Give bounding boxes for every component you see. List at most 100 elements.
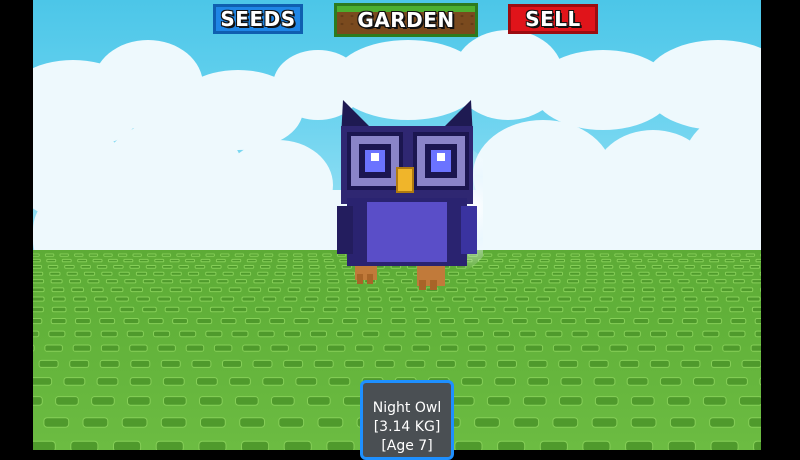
baseplate-stud: [323, 307, 337, 312]
baseplate-stud: [33, 254, 39, 256]
baseplate-stud: [75, 331, 91, 337]
baseplate-stud: [483, 272, 493, 275]
baseplate-stud: [293, 266, 303, 269]
baseplate-stud: [146, 266, 156, 269]
baseplate-stud: [571, 254, 579, 256]
baseplate-stud: [89, 254, 97, 256]
baseplate-stud: [650, 360, 669, 367]
baseplate-stud: [652, 266, 662, 269]
baseplate-stud: [186, 259, 195, 261]
baseplate-stud: [136, 272, 146, 275]
baseplate-stud: [116, 297, 129, 301]
baseplate-stud: [642, 297, 655, 301]
baseplate-stud: [712, 360, 731, 367]
baseplate-stud: [162, 280, 173, 283]
baseplate-stud: [254, 280, 265, 283]
baseplate-stud: [756, 259, 761, 261]
baseplate-stud: [119, 272, 129, 275]
baseplate-stud: [214, 345, 232, 351]
baseplate-stud: [636, 266, 646, 269]
baseplate-stud: [729, 331, 745, 337]
baseplate-stud: [233, 307, 247, 312]
baseplate-stud: [258, 272, 268, 275]
game-window: SEEDS GARDEN SELL Night Owl [3.14 KG] [A…: [0, 0, 800, 450]
baseplate-stud: [752, 280, 761, 283]
baseplate-stud: [583, 441, 610, 450]
baseplate-stud: [623, 288, 635, 292]
seeds-button[interactable]: SEEDS: [213, 4, 303, 34]
baseplate-stud: [221, 254, 229, 256]
baseplate-stud: [688, 254, 696, 256]
baseplate-stud: [702, 254, 710, 256]
baseplate-stud: [732, 254, 740, 256]
baseplate-stud: [553, 345, 571, 351]
baseplate-stud: [343, 319, 358, 324]
baseplate-stud: [662, 307, 676, 312]
baseplate-stud: [629, 254, 637, 256]
baseplate-stud: [538, 266, 548, 269]
baseplate-stud: [235, 254, 243, 256]
baseplate-stud: [540, 441, 567, 450]
baseplate-stud: [639, 272, 649, 275]
baseplate-stud: [583, 288, 595, 292]
baseplate-stud: [272, 280, 283, 283]
baseplate-stud: [679, 259, 688, 261]
baseplate-stud: [579, 297, 592, 301]
baseplate-stud: [620, 266, 630, 269]
baseplate-stud: [243, 345, 261, 351]
baseplate-stud: [537, 319, 552, 324]
baseplate-stud: [277, 266, 287, 269]
baseplate-stud: [67, 272, 77, 275]
baseplate-stud: [301, 307, 315, 312]
baseplate-stud: [150, 288, 162, 292]
baseplate-stud: [586, 254, 594, 256]
baseplate-stud: [436, 360, 455, 367]
baseplate-stud: [522, 266, 532, 269]
pet-weight: [3.14 KG]: [363, 418, 451, 437]
baseplate-stud: [75, 254, 83, 256]
baseplate-stud: [170, 259, 179, 261]
baseplate-stud: [554, 266, 564, 269]
baseplate-stud: [163, 266, 173, 269]
sell-button[interactable]: SELL: [508, 4, 598, 34]
baseplate-stud: [122, 418, 147, 428]
baseplate-stud: [217, 280, 228, 283]
baseplate-stud: [104, 254, 112, 256]
baseplate-stud: [118, 254, 126, 256]
baseplate-stud: [678, 280, 689, 283]
baseplate-stud: [179, 297, 192, 301]
baseplate-stud: [305, 297, 318, 301]
baseplate-stud: [71, 441, 98, 450]
baseplate-stud: [39, 360, 58, 367]
baseplate-stud: [556, 259, 565, 261]
baseplate-stud: [47, 259, 56, 261]
baseplate-stud: [488, 319, 503, 324]
garden-button[interactable]: GARDEN: [334, 3, 478, 37]
baseplate-stud: [617, 307, 631, 312]
baseplate-stud: [133, 254, 141, 256]
baseplate-stud: [669, 266, 679, 269]
baseplate-stud: [120, 307, 134, 312]
baseplate-stud: [33, 441, 55, 450]
baseplate-stud: [200, 397, 223, 406]
baseplate-stud: [161, 360, 180, 367]
baseplate-stud: [148, 254, 156, 256]
baseplate-stud: [369, 307, 383, 312]
baseplate-stud: [101, 331, 117, 337]
baseplate-stud: [206, 254, 214, 256]
baseplate-stud: [240, 418, 265, 428]
baseplate-stud: [743, 272, 753, 275]
baseplate-stud: [668, 441, 695, 450]
baseplate-stud: [685, 307, 699, 312]
baseplate-stud: [603, 266, 613, 269]
baseplate-stud: [666, 345, 684, 351]
baseplate-stud: [751, 345, 761, 351]
baseplate-stud: [535, 272, 545, 275]
baseplate-stud: [201, 418, 226, 428]
baseplate-stud: [415, 319, 430, 324]
baseplate-stud: [725, 259, 734, 261]
baseplate-stud: [467, 360, 486, 367]
baseplate-stud: [186, 345, 204, 351]
baseplate-stud: [192, 360, 211, 367]
seeds-button-label: SEEDS: [220, 7, 295, 31]
